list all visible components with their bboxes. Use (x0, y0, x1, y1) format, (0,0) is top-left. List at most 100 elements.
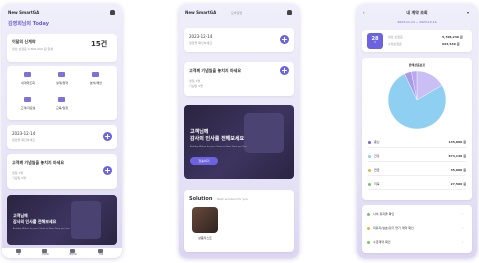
filter-icon[interactable]: ▾ (467, 10, 469, 15)
anniversary-birthday: 생일 1명 (12, 171, 24, 175)
schedule-card[interactable]: 2023-12-14 일정을 확인하세요 (184, 28, 294, 52)
folder-icon (24, 97, 31, 102)
document-icon (58, 72, 65, 77)
count-badge: 28 건 (367, 33, 383, 49)
add-schedule-button[interactable] (280, 35, 289, 44)
legend-label: 저축 (374, 182, 380, 186)
contract-count: 15건 (91, 40, 108, 48)
anniversary-title: 고객께 기념일을 놓치지 마세요 (189, 68, 242, 73)
anniversary-more-button[interactable] (103, 166, 112, 175)
schedule-date: 2023-12-14 (189, 34, 213, 39)
links-card: 나의 유지율 확인 › 미유지/실효/장기 연기 계약 확인 › 수금계약 확인… (362, 205, 472, 253)
tab-label: 영업지원 (69, 254, 77, 256)
schedule-sub: 일정을 확인하세요 (189, 41, 213, 45)
banner-sub: Birthday Wishes for your Clients to Show… (190, 146, 247, 148)
legend-row: 건강 674,130 원 (368, 152, 466, 162)
banner-line2: 감사의 인사를 전해보세요 (13, 219, 57, 224)
quick-menu-label: 분석/제안 (89, 81, 103, 85)
banner-image (244, 113, 284, 153)
schedule-screen: New SmartGA 모바일앱 2023-12-14 일정을 확인하세요 고객… (179, 4, 299, 258)
summary-card: 28 건 월납 보험료 5,708,240 원 수정보험료 923,540 원 (362, 30, 472, 52)
legend-row: 연금 35,000 원 (368, 166, 466, 176)
quick-menu-item-customer[interactable]: 고객/자료실 (16, 96, 40, 114)
new-contract-card[interactable]: 이달의 신계약 월납 보험료 4,800,000 원 달성 15건 (7, 34, 117, 62)
banner-image (71, 201, 101, 239)
search-icon (24, 72, 31, 77)
bell-icon[interactable] (110, 10, 115, 15)
anniversary-birthday: 생일 1명 (189, 79, 201, 83)
summary-value: 5,708,240 원 (442, 35, 463, 39)
app-badge: 모바일앱 (231, 11, 243, 15)
solution-thumbnail[interactable] (192, 207, 218, 233)
thanks-banner[interactable]: 고객님께 감사의 인사를 전해보세요 Birthday Wishes for y… (7, 195, 117, 245)
tab-label: 전체 (99, 254, 103, 256)
anniversary-more-button[interactable] (280, 66, 289, 75)
status-dot (367, 213, 370, 216)
link-lapsed[interactable]: 미유지/실효/장기 연기 계약 확인 › (366, 223, 468, 234)
chart-card: 판매상품분포 종신 145,890 원건강 674,130 원연금 35,000 원저… (362, 58, 472, 200)
legend-value: 35,000 원 (450, 168, 466, 172)
quick-menu-item-education[interactable]: 교육/일정 (50, 96, 74, 114)
contract-sub: 월납 보험료 4,800,000 원 달성 (12, 47, 54, 51)
quick-menu-item-analysis[interactable]: 분석/제안 (84, 71, 108, 89)
period-range[interactable]: 2023-11-14 ~ 2023-12-14 (357, 20, 477, 24)
summary-value: 923,540 원 (442, 42, 460, 46)
legend-row: 종신 145,890 원 (368, 138, 466, 148)
solution-caption: 상품리스트 (198, 236, 212, 240)
today-title: 김영희님의 Today (8, 21, 49, 27)
banner-line2: 감사의 인사를 전해보세요 (190, 136, 245, 142)
add-schedule-button[interactable] (103, 132, 112, 141)
count-unit: 건 (374, 42, 376, 44)
anniversary-title: 고객께 기념일을 놓치지 마세요 (12, 160, 65, 165)
legend-swatch (368, 155, 371, 158)
schedule-date: 2023-12-14 (12, 131, 36, 136)
contract-lookup-screen: ‹ 내 계약 조회 ▾ 2023-11-14 ~ 2023-12-14 28 건… (357, 4, 477, 258)
schedule-card[interactable]: 2023-12-14 일정을 확인하세요 (7, 125, 117, 149)
calendar-icon (58, 97, 65, 102)
chat-icon (92, 72, 99, 77)
pie-chart (387, 70, 447, 130)
quick-menu: 내계약조회 설계/청약 분석/제안 고객/자료실 교육/일정 (7, 66, 117, 120)
quick-menu-label: 내계약조회 (21, 81, 35, 85)
legend-value: 145,890 원 (448, 140, 466, 144)
chevron-right-icon: › (462, 240, 464, 244)
home-screen: New SmartGA 김영희님의 Today 이달의 신계약 월납 보험료 4… (2, 4, 122, 258)
bell-icon[interactable] (287, 10, 292, 15)
tab-all[interactable]: 전체 (94, 249, 108, 258)
anniversary-other: 기념일 5명 (189, 84, 203, 88)
contract-label: 이달의 신계약 (12, 39, 36, 44)
banner-line1: 고객님께 (190, 129, 209, 135)
app-title: New SmartGA (185, 10, 217, 15)
tab-customer[interactable]: 고객관리 (38, 249, 52, 258)
link-collection[interactable]: 수금계약 확인 › (366, 237, 468, 248)
summary-label: 월납 보험료 (388, 35, 403, 39)
quick-menu-label: 교육/일정 (55, 106, 69, 110)
schedule-sub: 일정을 확인하세요 (12, 138, 36, 142)
quick-menu-item-contract[interactable]: 내계약조회 (16, 71, 40, 89)
banner-line1: 고객님께 (13, 213, 28, 218)
tab-sales[interactable]: 영업지원 (66, 249, 80, 258)
anniversary-card[interactable]: 고객께 기념일을 놓치지 마세요 생일 1명 기념일 5명 (7, 154, 117, 189)
tab-bar: 홈 고객관리 영업지원 전체 (2, 248, 122, 258)
legend-swatch (368, 141, 371, 144)
link-retention[interactable]: 나의 유지율 확인 › (366, 209, 468, 220)
quick-menu-label: 설계/청약 (55, 81, 69, 85)
chevron-right-icon: › (462, 226, 464, 230)
solution-card: Solution Best solution for you 상품리스트 (184, 190, 294, 252)
legend-swatch (368, 169, 371, 172)
tab-home[interactable]: 홈 (12, 249, 26, 258)
tab-label: 홈 (18, 254, 20, 256)
thanks-banner[interactable]: 고객님께 감사의 인사를 전해보세요 Birthday Wishes for y… (184, 105, 294, 179)
quick-menu-item-design[interactable]: 설계/청약 (50, 71, 74, 89)
legend-swatch (368, 183, 371, 186)
chevron-right-icon: › (462, 212, 464, 216)
solution-sub: Best solution for you (217, 197, 249, 201)
legend-value: 674,130 원 (448, 154, 466, 158)
legend-row: 저축 27,500 원 (368, 180, 466, 190)
send-button[interactable]: 전송하기 (190, 157, 218, 165)
anniversary-card[interactable]: 고객께 기념일을 놓치지 마세요 생일 1명 기념일 5명 (184, 62, 294, 96)
chart-title: 판매상품분포 (408, 63, 426, 67)
status-dot (367, 241, 370, 244)
link-label: 미유지/실효/장기 연기 계약 확인 (373, 226, 414, 230)
link-label: 나의 유지율 확인 (373, 212, 395, 216)
